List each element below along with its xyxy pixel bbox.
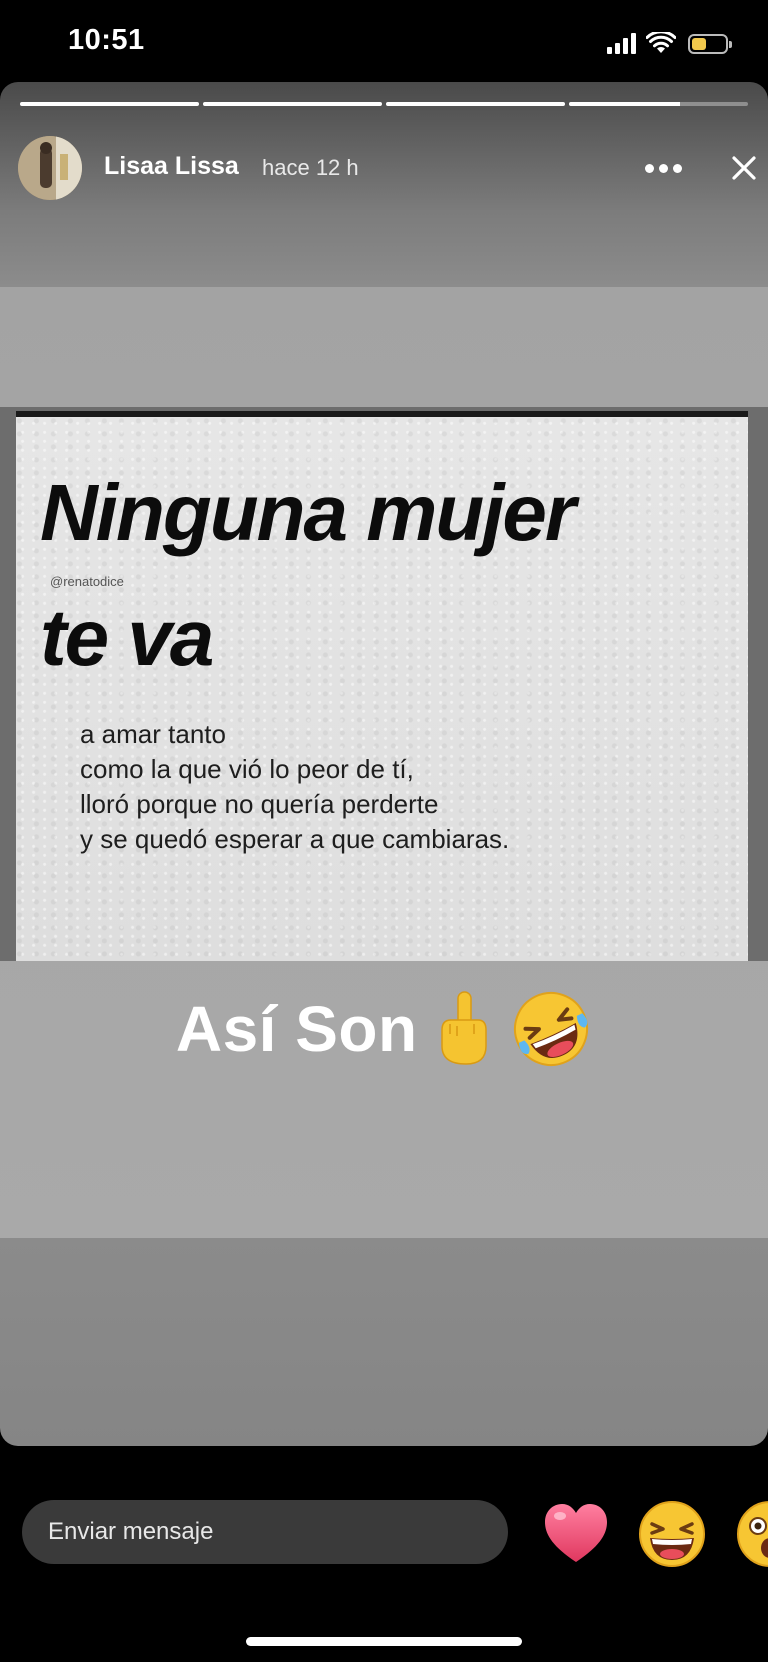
story-viewer[interactable]: Lisaa Lissa hace 12 h Ninguna mujer @ren… — [0, 82, 768, 1446]
story-caption: Así Son — [0, 987, 768, 1070]
rolling-laughing-icon — [514, 992, 589, 1067]
status-icons — [607, 30, 732, 54]
story-progress-fill — [203, 102, 382, 106]
more-options-button[interactable] — [640, 146, 686, 190]
quote-card: Ninguna mujer @renatodice te va a amar t… — [16, 411, 748, 961]
story-progress-fill — [569, 102, 680, 106]
story-timestamp: hace 12 h — [262, 155, 359, 180]
story-username[interactable]: Lisaa Lissa — [104, 152, 239, 181]
status-bar: 10:51 — [0, 0, 768, 82]
story-header: Lisaa Lissa hace 12 h — [18, 136, 756, 200]
quote-body-line: como la que vió lo peor de tí, — [80, 754, 414, 784]
quote-headline-line1: Ninguna mujer — [40, 468, 576, 557]
middle-finger-icon — [441, 991, 487, 1065]
story-progress-fill — [20, 102, 199, 106]
wifi-icon — [646, 32, 676, 53]
message-input[interactable] — [22, 1500, 508, 1564]
status-time: 10:51 — [68, 24, 145, 56]
laughing-face-icon[interactable] — [638, 1500, 706, 1568]
story-progress-segment — [569, 102, 748, 106]
surprised-face-icon[interactable] — [736, 1500, 768, 1568]
caption-text: Así Son — [175, 993, 418, 1066]
quote-headline-line2: te va — [40, 593, 214, 682]
battery-icon — [688, 34, 732, 54]
quote-body-line: y se quedó esperar a que cambiaras. — [80, 824, 510, 854]
story-progress-segment — [20, 102, 199, 106]
more-horizontal-icon — [644, 163, 654, 173]
quote-body-line: a amar tanto — [80, 719, 226, 749]
close-icon[interactable] — [724, 148, 764, 188]
home-indicator[interactable] — [246, 1637, 522, 1646]
quote-body-line: lloró porque no quería perderte — [80, 789, 439, 819]
quote-body: a amar tanto como la que vió lo peor de … — [80, 717, 509, 857]
story-progress-segment — [203, 102, 382, 106]
story-progress-bars — [20, 102, 748, 106]
story-progress-segment — [386, 102, 565, 106]
cellular-signal-icon — [607, 32, 636, 54]
avatar[interactable] — [18, 136, 82, 200]
heart-icon[interactable] — [542, 1500, 610, 1568]
story-progress-fill — [386, 102, 565, 106]
story-image: Ninguna mujer @renatodice te va a amar t… — [0, 407, 768, 961]
quote-handle: @renatodice — [50, 574, 124, 589]
